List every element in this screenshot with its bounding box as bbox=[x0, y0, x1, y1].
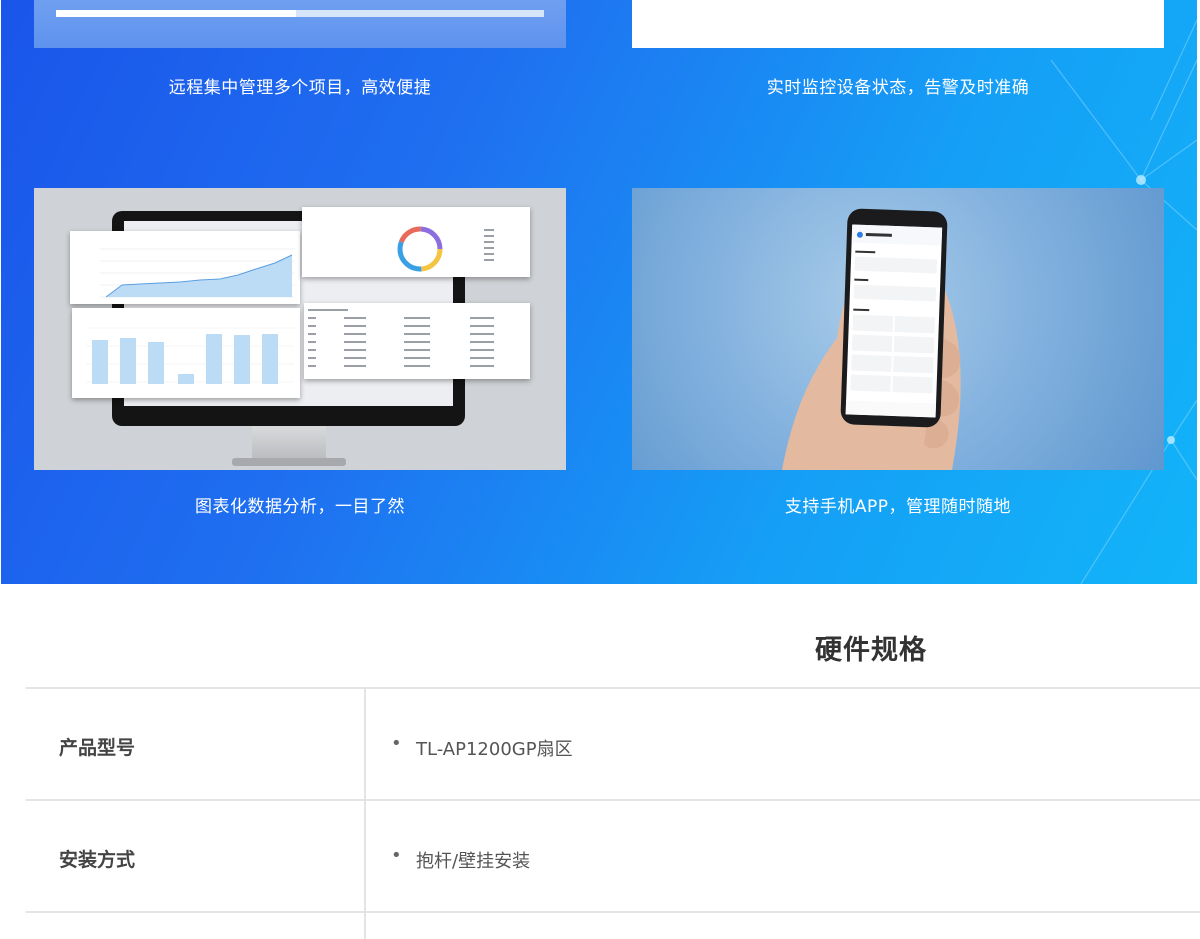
bar-chart-graphic bbox=[86, 327, 294, 384]
monitoring-image bbox=[632, 0, 1164, 48]
feature-banner: 远程集中管理多个项目，高效便捷 实时监控设备状态，告警及时准确 图表化数据分析，… bbox=[1, 0, 1197, 584]
monitor-base bbox=[232, 458, 346, 466]
phone-screen bbox=[845, 224, 943, 418]
mobile-app-image bbox=[632, 188, 1164, 470]
data-analysis-image bbox=[34, 188, 566, 470]
bullet: • bbox=[391, 733, 402, 754]
spec-section-title: 硬件规格 bbox=[815, 635, 927, 666]
table-panel bbox=[304, 303, 530, 379]
app-screen-graphic bbox=[845, 224, 943, 418]
bar-chart-panel bbox=[72, 308, 300, 398]
caption-remote-management: 远程集中管理多个项目，高效便捷 bbox=[168, 78, 432, 98]
caption-data-analysis: 图表化数据分析，一目了然 bbox=[195, 497, 405, 517]
progress-track bbox=[56, 10, 544, 17]
spec-label-installation: 安装方式 bbox=[59, 849, 136, 871]
area-chart-graphic bbox=[100, 248, 295, 298]
remote-management-image bbox=[34, 0, 566, 48]
table-graphic bbox=[308, 309, 494, 367]
bullet: • bbox=[391, 845, 402, 866]
donut-chart-panel bbox=[302, 207, 530, 277]
caption-realtime-monitoring: 实时监控设备状态，告警及时准确 bbox=[766, 78, 1030, 98]
caption-mobile-app: 支持手机APP，管理随时随地 bbox=[784, 497, 1012, 517]
spec-value-installation: 抱杆/壁挂安装 bbox=[416, 851, 531, 872]
donut-chart-graphic bbox=[397, 226, 494, 272]
area-chart-panel bbox=[70, 231, 300, 304]
spec-label-model: 产品型号 bbox=[59, 737, 136, 759]
spec-row-installation: 安装方式 • 抱杆/壁挂安装 bbox=[26, 801, 1200, 913]
table-divider bbox=[26, 911, 1200, 913]
progress-fill bbox=[56, 10, 296, 17]
spec-row-model: 产品型号 • TL-AP1200GP扇区 bbox=[26, 689, 1200, 801]
monitor-stand bbox=[252, 426, 326, 460]
spec-value-model: TL-AP1200GP扇区 bbox=[416, 739, 573, 760]
smartphone bbox=[840, 208, 948, 428]
